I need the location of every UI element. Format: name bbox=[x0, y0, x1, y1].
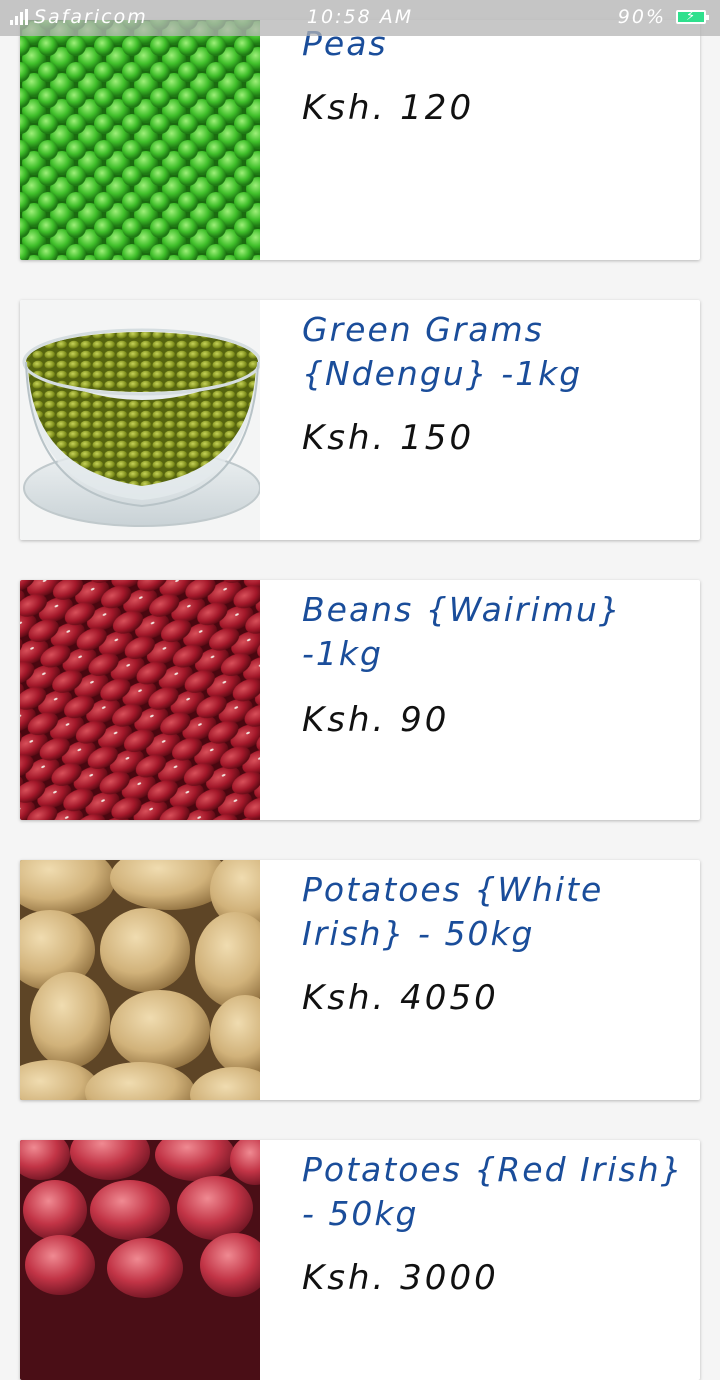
product-info: Potatoes {White Irish} - 50kg Ksh. 4050 bbox=[302, 860, 690, 1020]
product-card[interactable]: Potatoes {White Irish} - 50kg Ksh. 4050 bbox=[20, 860, 700, 1100]
product-name: Green Grams {Ndengu} -1kg bbox=[302, 310, 583, 393]
product-card[interactable]: Green Grams {Ndengu} -1kg Ksh. 150 bbox=[20, 300, 700, 540]
product-card[interactable]: Beans {Wairimu} -1kg Ksh. 90 bbox=[20, 580, 700, 820]
status-bar: Safaricom 10:58 AM 90% ⚡ bbox=[0, 0, 720, 36]
product-price: Ksh. 90 bbox=[302, 700, 450, 740]
product-card[interactable]: Peas Ksh. 120 bbox=[20, 20, 700, 260]
battery-percent: 90% bbox=[617, 6, 666, 28]
product-name: Potatoes {Red Irish} - 50kg bbox=[302, 1150, 684, 1233]
battery-icon: ⚡ bbox=[676, 9, 709, 24]
product-image-green-grams[interactable] bbox=[20, 300, 260, 540]
product-price: Ksh. 120 bbox=[302, 88, 475, 128]
product-info: Green Grams {Ndengu} -1kg Ksh. 150 bbox=[302, 300, 690, 460]
status-right: 90% ⚡ bbox=[617, 6, 709, 28]
product-image-red-beans[interactable] bbox=[20, 580, 260, 820]
product-name: Beans {Wairimu} -1kg bbox=[302, 590, 622, 673]
product-card[interactable]: Potatoes {Red Irish} - 50kg Ksh. 3000 bbox=[20, 1140, 700, 1380]
product-info: Potatoes {Red Irish} - 50kg Ksh. 3000 bbox=[302, 1140, 690, 1300]
product-image-red-potatoes[interactable] bbox=[20, 1140, 260, 1380]
product-name: Potatoes {White Irish} - 50kg bbox=[302, 870, 604, 953]
product-price: Ksh. 3000 bbox=[302, 1258, 499, 1298]
product-info: Peas Ksh. 120 bbox=[302, 20, 690, 130]
clock: 10:58 AM bbox=[306, 6, 414, 28]
product-price: Ksh. 4050 bbox=[302, 978, 499, 1018]
product-image-white-potatoes[interactable] bbox=[20, 860, 260, 1100]
product-image-peas[interactable] bbox=[20, 20, 260, 260]
charging-icon: ⚡ bbox=[686, 9, 698, 24]
product-price: Ksh. 150 bbox=[302, 418, 475, 458]
product-info: Beans {Wairimu} -1kg Ksh. 90 bbox=[302, 580, 690, 742]
